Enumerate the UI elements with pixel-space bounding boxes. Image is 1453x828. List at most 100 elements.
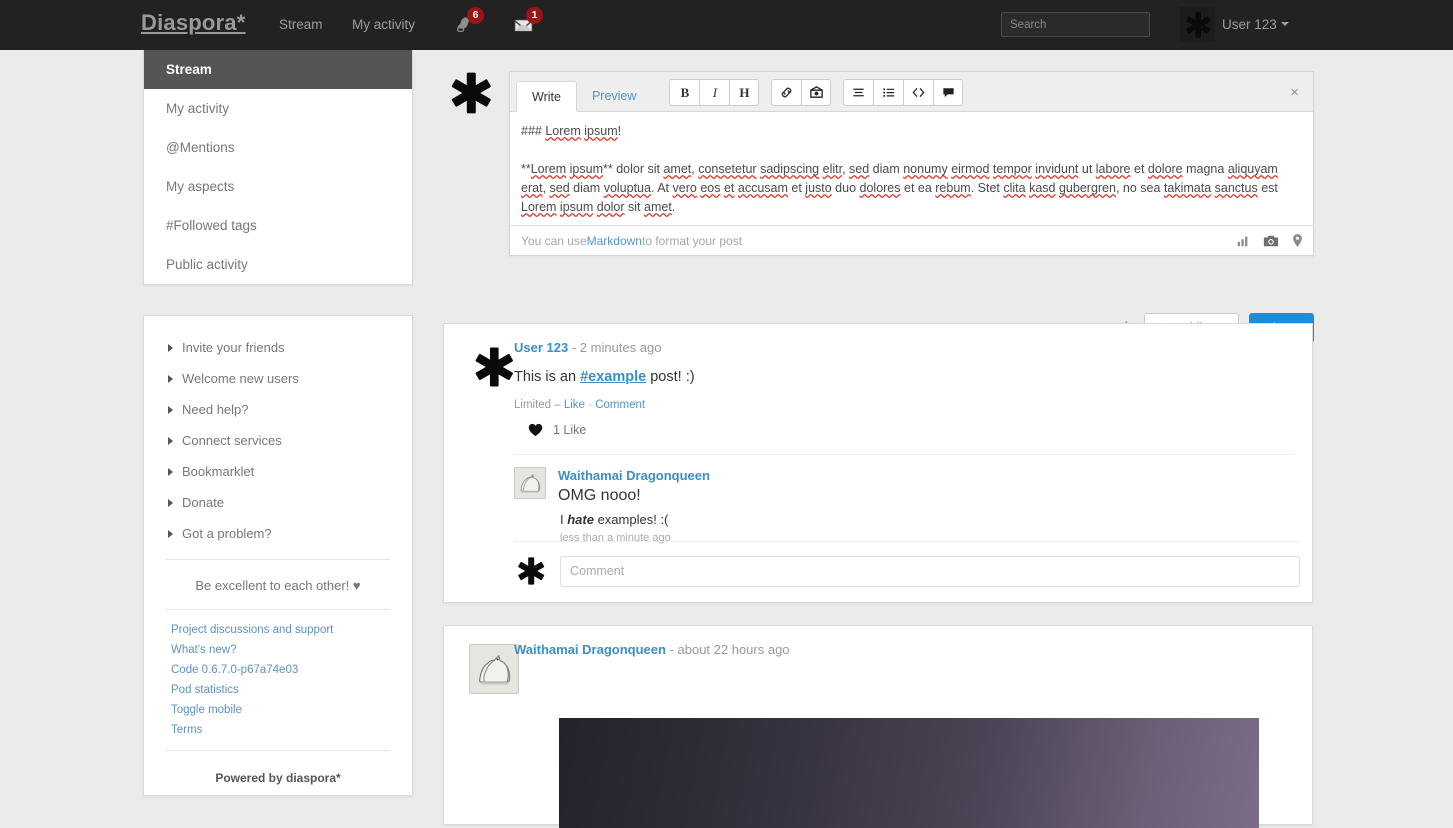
help-item-label: Invite your friends bbox=[182, 340, 285, 355]
sidebar-item-stream[interactable]: Stream bbox=[144, 50, 412, 89]
camera-icon[interactable] bbox=[1263, 234, 1279, 248]
nav-stream[interactable]: Stream bbox=[279, 17, 323, 32]
triangle-right-icon bbox=[168, 468, 173, 476]
quote-icon bbox=[941, 85, 956, 100]
post-card: Waithamai Dragonqueen - about 22 hours a… bbox=[443, 625, 1313, 825]
help-item-welcome-new-users[interactable]: Welcome new users bbox=[144, 363, 412, 394]
heading-button[interactable]: H bbox=[729, 79, 759, 106]
close-composer-button[interactable]: × bbox=[1290, 85, 1299, 100]
triangle-right-icon bbox=[168, 530, 173, 538]
markdown-link[interactable]: Markdown bbox=[587, 234, 642, 248]
footer-link-terms[interactable]: Terms bbox=[144, 720, 412, 740]
top-header-bar: Diaspora* Stream My activity 6 1 User 12… bbox=[0, 0, 1453, 50]
help-item-label: Connect services bbox=[182, 433, 282, 448]
composer-textarea[interactable]: ### Lorem ipsum! **Lorem ipsum** dolor s… bbox=[510, 112, 1313, 225]
notifications-badge: 6 bbox=[467, 7, 484, 24]
post-content: This is an #example post! :) bbox=[514, 367, 1294, 387]
notifications-button[interactable]: 6 bbox=[452, 11, 478, 42]
comment-author-avatar[interactable] bbox=[514, 467, 546, 499]
post-composer: Write Preview B I H bbox=[509, 71, 1314, 256]
comment-input[interactable] bbox=[560, 556, 1300, 587]
post-timestamp: - about 22 hours ago bbox=[670, 642, 790, 657]
italic-button[interactable]: I bbox=[699, 79, 729, 106]
post-header: User 123 - 2 minutes ago bbox=[514, 339, 1294, 357]
triangle-right-icon bbox=[168, 437, 173, 445]
sidebar-item-label: My aspects bbox=[166, 179, 234, 194]
footer-link-pod-statistics[interactable]: Pod statistics bbox=[144, 680, 412, 700]
search-input[interactable] bbox=[1001, 12, 1150, 37]
poll-chart-icon[interactable] bbox=[1236, 234, 1250, 248]
asterisk-avatar-icon bbox=[515, 555, 547, 587]
image-icon bbox=[809, 85, 824, 100]
dragon-avatar bbox=[469, 644, 519, 694]
help-item-bookmarklet[interactable]: Bookmarklet bbox=[144, 456, 412, 487]
dragon-avatar-icon bbox=[470, 645, 518, 693]
dragon-avatar-icon bbox=[515, 468, 545, 498]
like-count-label: 1 Like bbox=[553, 423, 586, 437]
code-button[interactable] bbox=[903, 79, 933, 106]
post-author-link[interactable]: User 123 bbox=[514, 340, 568, 355]
nav-my-activity[interactable]: My activity bbox=[352, 17, 415, 32]
footer-link-code-version[interactable]: Code 0.6.7.0-p67a74e03 bbox=[144, 660, 412, 680]
composer-line-1: ### Lorem ipsum! bbox=[521, 122, 1302, 141]
help-item-label: Need help? bbox=[182, 402, 249, 417]
footer-link-toggle-mobile[interactable]: Toggle mobile bbox=[144, 700, 412, 720]
stream-nav-panel: Stream My activity @Mentions My aspects … bbox=[143, 50, 413, 285]
messages-button[interactable]: 1 bbox=[511, 11, 537, 42]
code-icon bbox=[911, 85, 926, 100]
composer-attachment-icons bbox=[1236, 233, 1303, 248]
help-item-connect-services[interactable]: Connect services bbox=[144, 425, 412, 456]
post-image[interactable] bbox=[559, 718, 1259, 828]
user-menu-button[interactable]: User 123 bbox=[1222, 17, 1289, 32]
action-separator: · bbox=[585, 399, 595, 411]
post-visibility-label: Limited – bbox=[514, 399, 564, 411]
triangle-right-icon bbox=[168, 406, 173, 414]
asterisk-avatar-icon bbox=[471, 344, 517, 390]
divider bbox=[166, 559, 390, 560]
help-item-label: Donate bbox=[182, 495, 224, 510]
link-button[interactable] bbox=[771, 79, 801, 106]
help-item-got-a-problem[interactable]: Got a problem? bbox=[144, 518, 412, 549]
motto-text: Be excellent to each other! ♥ bbox=[144, 570, 412, 599]
post-author-avatar[interactable] bbox=[469, 644, 519, 694]
comment-author-link[interactable]: Waithamai Dragonqueen bbox=[558, 468, 710, 483]
like-button[interactable]: Like bbox=[564, 399, 585, 411]
powered-by-text: Powered by diaspora* bbox=[144, 761, 412, 785]
post-author-avatar[interactable] bbox=[469, 342, 519, 392]
sidebar-item-followed-tags[interactable]: #Followed tags bbox=[144, 206, 412, 245]
heart-icon bbox=[528, 423, 543, 437]
tab-preview[interactable]: Preview bbox=[577, 80, 651, 111]
likes-row[interactable]: 1 Like bbox=[528, 423, 1294, 437]
bold-button[interactable]: B bbox=[669, 79, 699, 106]
comment-button[interactable]: Comment bbox=[595, 399, 645, 411]
sidebar-item-label: Public activity bbox=[166, 257, 248, 272]
sidebar-item-public-activity[interactable]: Public activity bbox=[144, 245, 412, 284]
help-item-donate[interactable]: Donate bbox=[144, 487, 412, 518]
tab-write[interactable]: Write bbox=[516, 81, 577, 112]
composer-line-2: **Lorem ipsum** dolor sit amet, consetet… bbox=[521, 160, 1302, 217]
bullet-list-button[interactable] bbox=[873, 79, 903, 106]
brand-logo[interactable]: Diaspora* bbox=[141, 10, 246, 36]
hashtag-link[interactable]: #example bbox=[580, 369, 646, 385]
help-item-need-help[interactable]: Need help? bbox=[144, 394, 412, 425]
post-body: Waithamai Dragonqueen - about 22 hours a… bbox=[514, 641, 1294, 659]
footer-link-project-discussions[interactable]: Project discussions and support bbox=[144, 620, 412, 640]
quote-button[interactable] bbox=[933, 79, 963, 106]
comment-text-post: examples! :( bbox=[594, 512, 668, 527]
help-panel: Invite your friends Welcome new users Ne… bbox=[143, 315, 413, 796]
location-pin-icon[interactable] bbox=[1292, 233, 1303, 248]
help-item-invite-friends[interactable]: Invite your friends bbox=[144, 332, 412, 363]
link-icon bbox=[779, 85, 794, 100]
sidebar-item-my-activity[interactable]: My activity bbox=[144, 89, 412, 128]
align-list-icon bbox=[851, 85, 866, 100]
help-item-label: Bookmarklet bbox=[182, 464, 254, 479]
avatar[interactable] bbox=[1180, 7, 1215, 42]
post-author-link[interactable]: Waithamai Dragonqueen bbox=[514, 642, 666, 657]
divider bbox=[166, 609, 390, 610]
sidebar-item-mentions[interactable]: @Mentions bbox=[144, 128, 412, 167]
align-list-button[interactable] bbox=[843, 79, 873, 106]
messages-badge: 1 bbox=[526, 7, 543, 24]
image-button[interactable] bbox=[801, 79, 831, 106]
footer-link-whats-new[interactable]: What's new? bbox=[144, 640, 412, 660]
sidebar-item-my-aspects[interactable]: My aspects bbox=[144, 167, 412, 206]
